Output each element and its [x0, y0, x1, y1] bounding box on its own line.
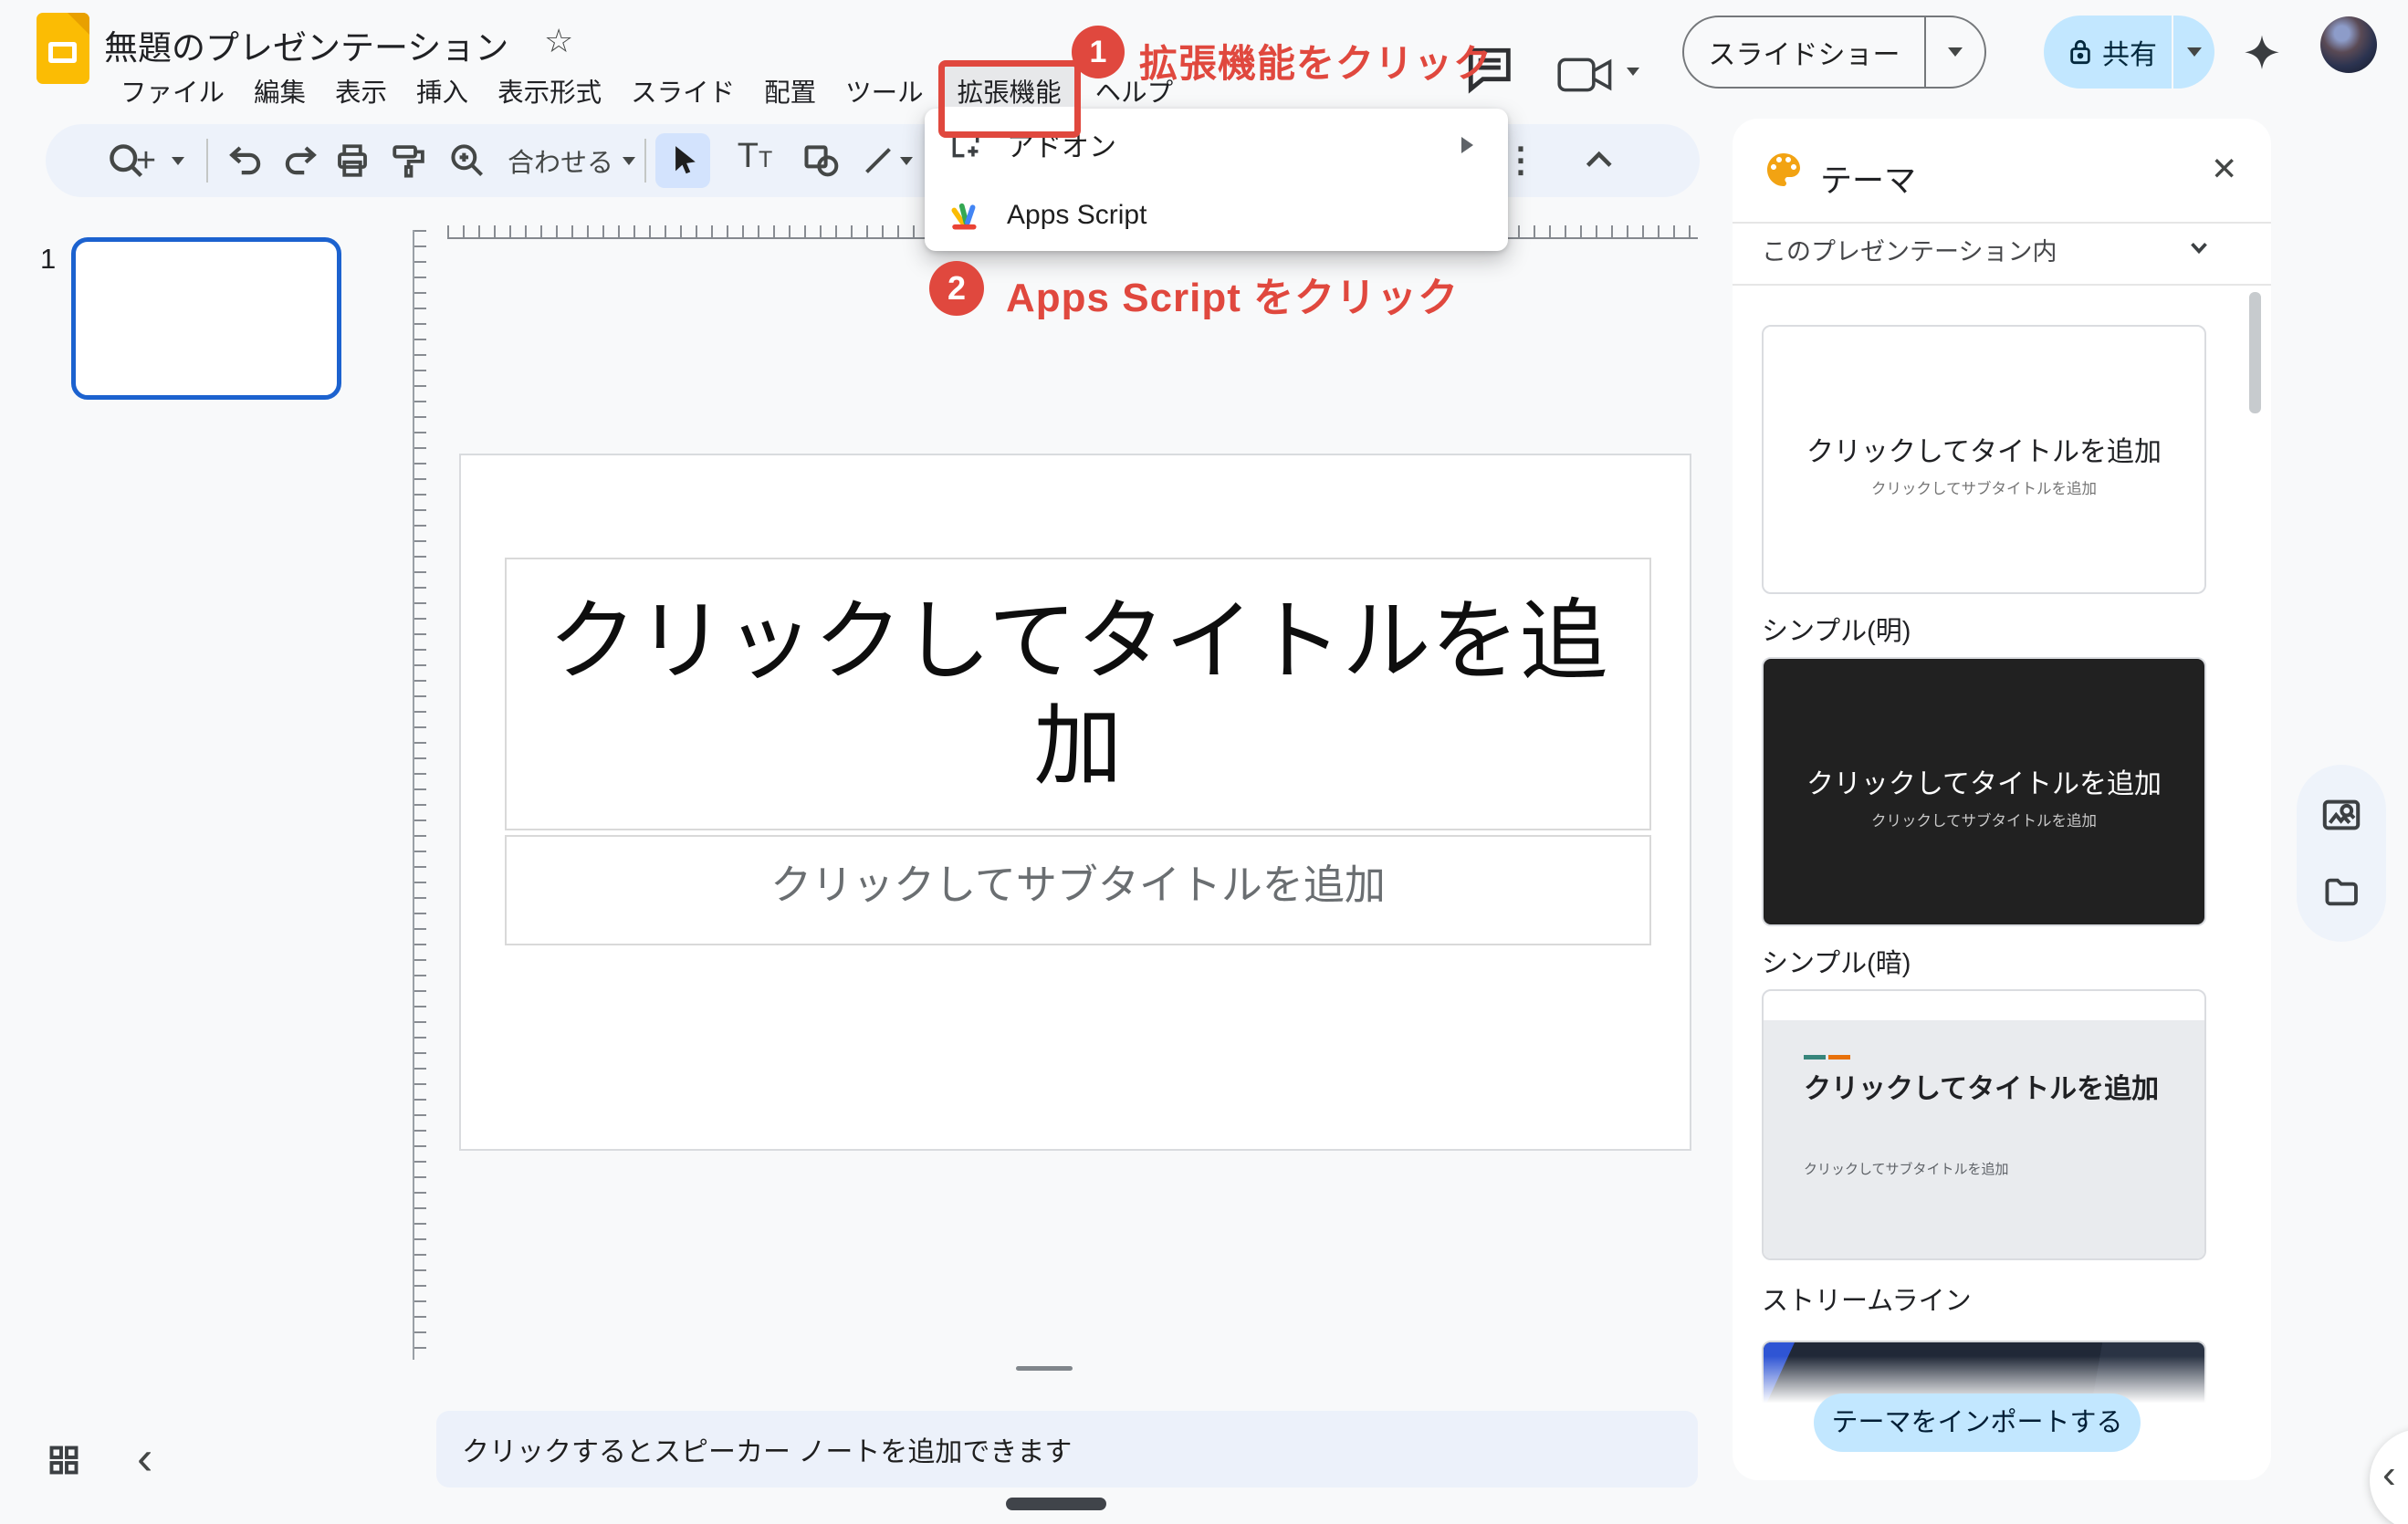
theme-name-simple-dark: シンプル(暗): [1762, 949, 1911, 978]
share-dropdown[interactable]: [2173, 47, 2214, 57]
subtitle-placeholder-text: クリックしてサブタイトルを追加: [770, 861, 1386, 908]
undo-icon[interactable]: [221, 133, 272, 188]
slide-number: 1: [40, 243, 57, 275]
slideshow-dropdown[interactable]: [1926, 47, 1984, 57]
slides-icon-fold: [68, 13, 89, 35]
menu-arrange[interactable]: 配置: [749, 66, 831, 116]
step-2-annotation: Apps Script をクリック: [1006, 276, 1460, 320]
hide-menus-chevron-icon[interactable]: [1572, 135, 1623, 186]
menu-slide[interactable]: スライド: [616, 66, 749, 116]
theme-card-simple-dark[interactable]: クリックしてタイトルを追加 クリックしてサブタイトルを追加: [1762, 657, 2206, 926]
slideshow-button[interactable]: スライドショー: [1682, 16, 1986, 89]
theme-panel-title: テーマ: [1820, 163, 1917, 199]
theme-card-streamline[interactable]: クリックしてタイトルを追加 クリックしてサブタイトルを追加: [1762, 989, 2206, 1260]
zoom-fit-caret-icon[interactable]: [623, 157, 635, 165]
import-theme-button[interactable]: テーマをインポートする: [1814, 1394, 2141, 1452]
gemini-sparkle-icon[interactable]: [2236, 31, 2288, 82]
chevron-down-icon: [2186, 47, 2202, 57]
collapse-filmstrip-chevron-icon[interactable]: ‹: [137, 1435, 152, 1482]
theme-panel: テーマ ✕ このプレゼンテーション内 クリックしてタイトルを追加 クリックしてサ…: [1733, 119, 2271, 1480]
panel-divider: [1733, 284, 2271, 286]
image-search-icon[interactable]: [2320, 794, 2362, 836]
folder-icon[interactable]: [2321, 872, 2361, 913]
google-slides-window: 無題のプレゼンテーション ☆ ファイル 編集 表示 挿入 表示形式 スライド 配…: [0, 0, 2408, 1524]
document-title[interactable]: 無題のプレゼンテーション: [104, 20, 508, 69]
new-slide-plus-icon[interactable]: +: [126, 139, 166, 183]
new-slide-caret-icon[interactable]: [172, 157, 184, 165]
panel-scrollbar[interactable]: [2249, 292, 2261, 413]
text-box-tool[interactable]: TT: [723, 137, 787, 184]
menu-item-apps-script[interactable]: Apps Script: [925, 180, 1508, 251]
star-icon[interactable]: ☆: [544, 22, 573, 60]
zoom-fit-select[interactable]: 合わせる: [508, 139, 613, 183]
menu-extensions-highlighted[interactable]: 拡張機能: [937, 60, 1081, 138]
grid-view-icon[interactable]: [47, 1444, 80, 1477]
toolbar-separator: [644, 139, 646, 183]
meet-caret-icon[interactable]: [1627, 68, 1639, 76]
meet-camera-icon[interactable]: [1557, 55, 1614, 95]
paint-format-icon[interactable]: [383, 133, 434, 188]
slides-app-icon[interactable]: [37, 13, 89, 84]
menu-insert[interactable]: 挿入: [402, 66, 483, 116]
horizontal-scrollbar[interactable]: [1006, 1498, 1106, 1510]
apps-script-logo-icon: [951, 203, 977, 230]
toolbar-separator: [206, 139, 208, 183]
slideshow-label: スライドショー: [1708, 40, 1900, 70]
step-2-badge: 2: [929, 261, 984, 316]
side-quick-access-pill: [2297, 765, 2386, 942]
streamline-orange-dash: [1828, 1055, 1850, 1059]
menu-format[interactable]: 表示形式: [483, 66, 616, 116]
theme-name-streamline: ストリームライン: [1762, 1287, 1972, 1316]
streamline-teal-dash: [1804, 1055, 1826, 1059]
cursor-arrow-icon: [675, 146, 696, 174]
submenu-arrow-icon: [1461, 137, 1473, 153]
user-avatar[interactable]: [2320, 16, 2377, 73]
share-button[interactable]: 共有: [2044, 16, 2214, 89]
shape-tool-icon[interactable]: [794, 133, 849, 188]
title-placeholder[interactable]: クリックしてタイトルを追加: [505, 558, 1651, 830]
slides-icon-slot: [48, 42, 77, 63]
menu-tools[interactable]: ツール: [831, 66, 938, 116]
speaker-notes-bar[interactable]: クリックするとスピーカー ノートを追加できます: [436, 1411, 1698, 1487]
chevron-down-icon: [1948, 47, 1963, 57]
speaker-notes-placeholder: クリックするとスピーカー ノートを追加できます: [462, 1437, 1073, 1467]
notes-resize-handle[interactable]: [1016, 1366, 1073, 1371]
step-1-annotation: 拡張機能をクリック: [1139, 42, 1493, 85]
select-tool-active[interactable]: [655, 133, 710, 188]
line-tool-caret-icon[interactable]: [900, 157, 913, 165]
print-icon[interactable]: [327, 133, 378, 188]
vertical-ruler: [413, 230, 426, 1360]
chevron-left-icon: ‹: [2382, 1452, 2396, 1497]
redo-icon[interactable]: [274, 133, 325, 188]
more-options-icon[interactable]: ⋮: [1502, 137, 1539, 184]
menu-file[interactable]: ファイル: [106, 66, 239, 116]
close-icon[interactable]: ✕: [2211, 151, 2237, 188]
menu-view[interactable]: 表示: [320, 66, 402, 116]
share-label: 共有: [2102, 40, 2157, 70]
palette-icon: [1762, 148, 1806, 192]
menu-edit[interactable]: 編集: [239, 66, 320, 116]
lock-icon: [2070, 40, 2090, 65]
theme-card-simple-light[interactable]: クリックしてタイトルを追加 クリックしてサブタイトルを追加: [1762, 325, 2206, 594]
theme-section-label: このプレゼンテーション内: [1762, 238, 2057, 266]
theme-name-simple-light: シンプル(明): [1762, 617, 1911, 646]
collapse-panel-button[interactable]: ‹: [2370, 1429, 2408, 1524]
title-placeholder-text: クリックしてタイトルを追加: [548, 591, 1608, 796]
section-chevron-down-icon[interactable]: [2185, 234, 2213, 261]
line-tool-icon[interactable]: [853, 133, 904, 188]
zoom-in-icon[interactable]: [440, 133, 495, 188]
slide-thumbnail-selected[interactable]: [71, 237, 341, 400]
panel-divider: [1733, 222, 2271, 224]
step-1-badge: 1: [1072, 26, 1125, 78]
subtitle-placeholder[interactable]: クリックしてサブタイトルを追加: [505, 835, 1651, 945]
